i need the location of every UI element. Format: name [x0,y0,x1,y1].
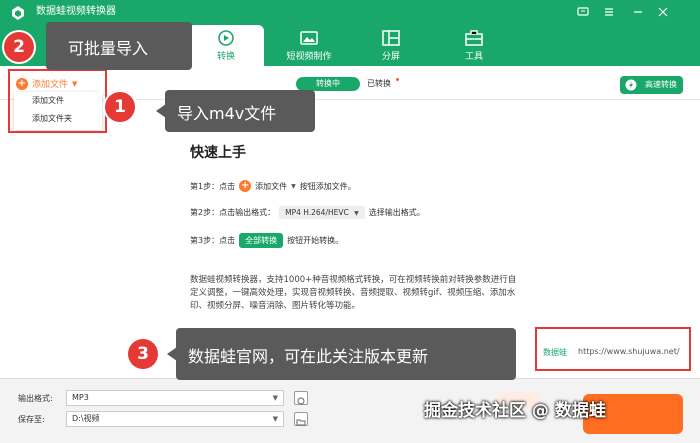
annotation-callout-2: 可批量导入 [46,22,192,70]
tab-tools[interactable]: 工具 [436,25,512,66]
image-icon [300,31,318,45]
caret-down-icon: ▼ [291,182,296,190]
message-icon[interactable] [574,3,592,21]
tab-short-video-label: 短视频制作 [286,52,332,62]
save-to-label: 保存至: [18,415,45,424]
output-format-select[interactable]: MP3 ▼ [66,390,284,406]
toolbox-icon [465,30,483,46]
tab-tools-label: 工具 [464,52,483,62]
tab-convert-label: 转换 [216,52,235,62]
watermark: 掘金技术社区 @ 数据蛙 [424,401,606,421]
annotation-callout-1: 导入m4v文件 [156,90,315,132]
fast-convert-button[interactable]: 高速转换 [620,76,683,94]
notification-dot [396,78,399,81]
step3-prefix: 第3步：点击 [190,236,236,245]
highlight-box-add-file [8,69,107,133]
folder-icon[interactable] [294,412,308,426]
guide-title: 快速上手 [190,145,246,161]
step2-format-chip: MP4 H.264/HEVC ▼ [279,206,365,219]
callout-tail [156,104,166,118]
app-logo-icon [12,6,24,20]
annotation-callout-3: 数据蛙官网，可在此关注版本更新 [167,328,516,380]
guide-description: 数据蛙视频转换器，支持1000+种音视频格式转换，可在视频转换前对转换参数进行自… [190,275,517,311]
menu-icon[interactable] [600,3,618,21]
website-brand: 数据蛙 [543,348,567,357]
step2-format-text: MP4 H.264/HEVC [285,208,349,217]
annotation-badge-3: 3 [128,339,158,369]
tab-converting[interactable]: 转换中 [296,77,360,91]
guide-step-2: 第2步：点击输出格式： MP4 H.264/HEVC ▼ 选择输出格式。 [190,206,425,219]
step1-prefix: 第1步：点击 [190,181,236,191]
lightning-icon [625,79,637,91]
website-link[interactable]: https://www.shujuwa.net/ [578,347,680,356]
guide-step-3: 第3步：点击 全部转换 按钮开始转换。 [190,233,343,248]
annotation-text-2: 可批量导入 [68,39,149,58]
split-screen-icon [382,30,400,46]
step2-prefix: 第2步：点击输出格式： [190,208,276,217]
plus-icon: + [239,180,252,192]
chevron-down-icon: ▼ [272,415,278,423]
tab-convert[interactable]: 转换 [188,25,264,66]
format-settings-icon[interactable] [294,391,308,405]
guide-step-1: 第1步：点击 + 添加文件 ▼ 按钮添加文件。 [190,180,356,192]
close-icon[interactable] [654,3,672,21]
save-to-select[interactable]: D:\视频 ▼ [66,411,284,427]
step1-button-text: 添加文件 [255,181,288,191]
step3-button-chip: 全部转换 [239,233,284,248]
callout-tail [167,347,177,361]
step3-suffix: 按钮开始转换。 [287,236,344,245]
output-format-value: MP3 [72,393,89,402]
save-to-value: D:\视频 [72,414,100,423]
annotation-badge-1: 1 [105,92,135,122]
tab-split-screen-label: 分屏 [381,52,400,62]
fast-convert-label: 高速转换 [645,80,677,89]
step2-suffix: 选择输出格式。 [368,208,425,217]
tab-short-video[interactable]: 短视频制作 [271,25,347,66]
caret-down-icon: ▼ [354,210,359,217]
app-title: 数据蛙视频转换器 [36,6,116,17]
tab-converted[interactable]: 已转换 [367,77,391,91]
chevron-down-icon: ▼ [272,394,278,402]
app-window: 数据蛙视频转换器 转换 短视频制作 分屏 工具 + 添加文件 ▼ 转换中 已转换… [0,0,700,443]
tab-split-screen[interactable]: 分屏 [353,25,429,66]
annotation-badge-2: 2 [4,32,34,62]
output-format-label: 输出格式: [18,394,53,403]
annotation-text-3: 数据蛙官网，可在此关注版本更新 [188,347,429,366]
annotation-text-1: 导入m4v文件 [177,104,277,123]
refresh-play-icon [218,30,234,46]
step1-suffix: 按钮添加文件。 [299,181,356,191]
minimize-icon[interactable] [629,3,647,21]
